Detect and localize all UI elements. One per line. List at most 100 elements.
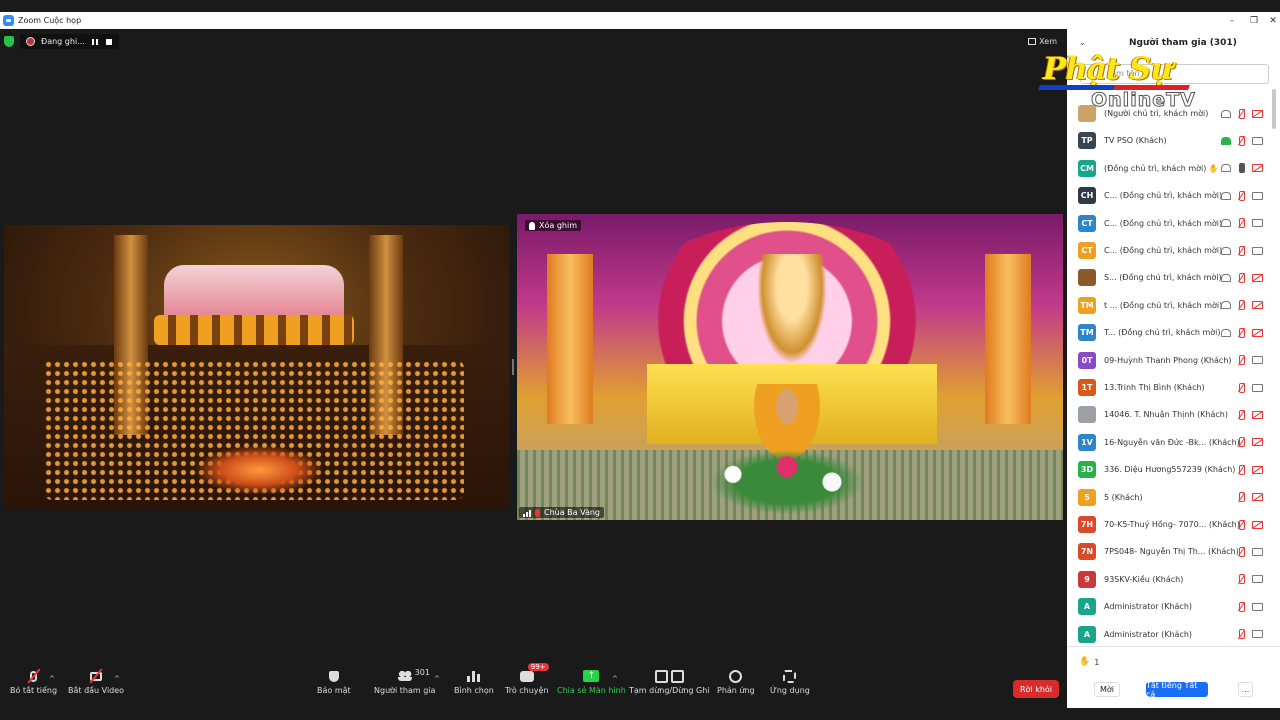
encryption-shield-icon[interactable] [4,36,14,47]
participant-row[interactable]: 14046. T. Nhuận Thịnh (Khách) [1067,401,1274,428]
participant-row[interactable]: 3D 336. Diệu Hương557239 (Khách) [1067,456,1274,483]
avatar: CT [1078,214,1096,232]
microphone-muted-icon [1236,574,1247,584]
participants-panel-footer: ✋ 1 Mời Tắt tiếng Tất cả ... [1067,646,1280,708]
channel-logo-watermark: Phật Sự OnlineTV [1038,51,1199,117]
participants-options-chevron-icon[interactable]: ^ [434,675,440,683]
participant-row[interactable]: 7H 70-K5-Thuý Hồng- 7070... (Khách) [1067,511,1274,538]
chat-label: Trò chuyện [505,686,549,695]
participant-row[interactable]: TM t ... (Đồng chủ trì, khách mời) [1067,292,1274,319]
share-options-chevron-icon[interactable]: ^ [612,675,618,683]
participant-row[interactable]: A Administrator (Khách) [1067,593,1274,620]
participant-name: S... (Đồng chủ trì, khách mời) [1104,273,1222,283]
video-tile-pinned[interactable]: Xóa ghim Chùa Ba Vàng [517,214,1063,520]
participant-row[interactable]: 5 5 (Khách) [1067,484,1274,511]
participant-name: 7PS048- Nguyễn Thị Th... (Khách) [1104,547,1239,557]
unpin-label: Xóa ghim [539,221,577,230]
video-tile-shared-left[interactable] [4,225,509,509]
avatar: 7H [1078,516,1096,533]
pause-stop-recording-button[interactable]: Tạm dừng/Dừng Ghi [629,669,710,695]
avatar: TM [1078,296,1096,314]
participant-row[interactable]: 1V 16-Nguyễn văn Đức -Bk... (Khách) [1067,429,1274,456]
audio-options-chevron-icon[interactable]: ^ [49,675,55,683]
participant-row[interactable]: TM T... (Đồng chủ trì, khách mời) [1067,319,1274,346]
reactions-button[interactable]: Phản ứng [717,669,755,695]
zoom-window: Zoom Cuộc họp – ❐ ✕ Đang ghi... Xem Xóa … [0,0,1280,720]
participants-panel: ⌄ Người tham gia (301) Tìm tên (Người ch… [1038,29,1280,708]
participant-row[interactable]: 0T 09-Huỳnh Thanh Phong (Khách) [1067,347,1274,374]
video-options-chevron-icon[interactable]: ^ [114,675,120,683]
participant-list-scrollbar[interactable] [1272,89,1276,129]
polls-label: Bình chọn [454,686,494,695]
pause-recording-icon[interactable] [91,38,99,46]
video-pillar [985,254,1031,424]
avatar: A [1078,625,1096,643]
participant-row[interactable]: CH C... (Đồng chủ trì, khách mời) [1067,182,1274,209]
participant-row[interactable]: CT C... (Đồng chủ trì, khách mời) [1067,237,1274,264]
minimize-button[interactable]: – [1221,12,1243,29]
participant-name: 09-Huỳnh Thanh Phong (Khách) [1104,355,1232,365]
participant-row[interactable]: CT C... (Đồng chủ trì, khách mời) [1067,210,1274,237]
video-icon [1252,629,1263,639]
recording-label: Đang ghi... [41,37,85,46]
video-off-icon [1252,328,1263,338]
smiley-icon [728,669,744,683]
more-options-button[interactable]: ... [1238,682,1253,697]
participant-name: 13.Trinh Thị Bình (Khách) [1104,383,1205,392]
participant-row[interactable]: CM (Đồng chủ trì, khách mời) ✋ [1067,155,1274,182]
grid-view-icon [1028,38,1037,45]
close-button[interactable]: ✕ [1262,12,1280,29]
participant-name: T... (Đồng chủ trì, khách mời) [1104,328,1221,338]
participant-name: Administrator (Khách) [1104,629,1193,639]
participant-row[interactable]: 9 93SKV-Kiều (Khách) [1067,566,1274,593]
cloud-recording-icon [1220,163,1231,173]
microphone-muted-icon [1236,547,1247,557]
cloud-recording-icon [1220,273,1231,283]
security-label: Bảo mật [317,686,351,695]
reactions-label: Phản ứng [717,686,755,695]
video-off-icon [1252,520,1263,530]
participants-button[interactable]: 301 Người tham gia [374,668,435,695]
video-icon [1252,574,1263,584]
microphone-muted-icon [1236,300,1247,310]
unpin-tag[interactable]: Xóa ghim [525,220,581,231]
signal-icon [523,509,531,517]
participant-row[interactable]: TP TV PSO (Khách) [1067,127,1274,154]
chat-button[interactable]: 99+ Trò chuyện [505,663,549,695]
participant-name: 16-Nguyễn văn Đức -Bk... (Khách) [1104,437,1240,447]
security-button[interactable]: Bảo mật [317,669,351,695]
participant-name: t ... (Đồng chủ trì, khách mời) [1104,300,1223,310]
leave-button[interactable]: Rời khỏi [1013,680,1059,698]
video-off-icon [1252,163,1263,173]
shield-icon [326,669,342,683]
participant-name: TV PSO (Khách) [1104,136,1167,146]
view-button[interactable]: Xem [1028,37,1057,46]
avatar: 0T [1078,351,1096,369]
video-buddha-statue [757,254,827,364]
participant-row[interactable]: 1T 13.Trinh Thị Bình (Khách) [1067,374,1274,401]
collapse-chevron-icon[interactable]: ⌄ [1079,38,1086,47]
cloud-recording-icon [1220,328,1231,338]
title-bar: Zoom Cuộc họp – ❐ ✕ [0,12,1280,29]
invite-button[interactable]: Mời [1094,682,1120,697]
participant-row[interactable]: A Administrator (Khách) [1067,621,1274,648]
share-screen-label: Chia sẻ Màn hình [557,686,626,695]
microphone-muted-icon [1236,246,1247,256]
mute-all-button[interactable]: Tắt tiếng Tất cả [1146,681,1208,699]
participant-name: C... (Đồng chủ trì, khách mời) [1104,246,1223,255]
video-icon [1252,547,1263,557]
mic-muted-icon [535,508,540,517]
cloud-recording-icon [1220,246,1231,256]
video-splitter-handle[interactable] [512,359,514,375]
participant-row[interactable]: 7N 7PS048- Nguyễn Thị Th... (Khách) [1067,538,1274,565]
microphone-muted-icon [1236,492,1247,502]
participant-row[interactable]: S... (Đồng chủ trì, khách mời) [1067,264,1274,291]
polls-button[interactable]: Bình chọn [454,669,494,695]
pause-stop-label: Tạm dừng/Dừng Ghi [629,686,710,695]
apps-button[interactable]: Ứng dụng [770,669,810,695]
recording-indicator: Đang ghi... [20,34,119,49]
stop-recording-icon[interactable] [105,38,113,46]
recording-cloud-icon [26,37,35,46]
camera-off-icon [88,668,104,684]
participant-name: 70-K5-Thuý Hồng- 7070... (Khách) [1104,520,1240,529]
